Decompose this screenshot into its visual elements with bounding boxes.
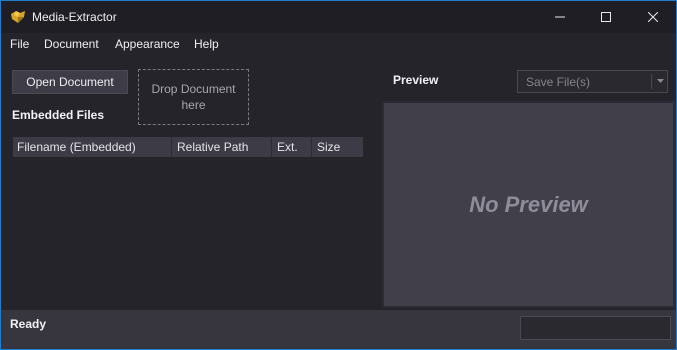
drop-document-zone[interactable]: Drop Document here	[138, 69, 249, 125]
maximize-button[interactable]	[583, 1, 629, 33]
save-files-dropdown[interactable]: Save File(s)	[517, 70, 668, 93]
column-divider[interactable]	[171, 137, 172, 157]
app-window: Media-Extractor File Document Appearance…	[1, 1, 676, 349]
dropdown-divider	[651, 74, 652, 89]
column-header-relative-path[interactable]: Relative Path	[177, 140, 248, 154]
status-bar: Ready	[1, 310, 676, 349]
no-preview-placeholder: No Preview	[469, 191, 588, 217]
column-header-ext[interactable]: Ext.	[277, 140, 298, 154]
column-header-size[interactable]: Size	[317, 140, 340, 154]
menu-appearance[interactable]: Appearance	[115, 37, 180, 51]
preview-label: Preview	[393, 73, 439, 87]
column-divider[interactable]	[271, 137, 272, 157]
chevron-down-icon	[657, 79, 664, 83]
status-text: Ready	[10, 317, 47, 331]
open-document-button[interactable]: Open Document	[12, 70, 128, 94]
embedded-files-table-header: Filename (Embedded) Relative Path Ext. S…	[13, 137, 363, 157]
window-title: Media-Extractor	[32, 10, 117, 24]
embedded-files-label: Embedded Files	[12, 108, 105, 122]
column-header-filename[interactable]: Filename (Embedded)	[17, 140, 136, 154]
title-bar[interactable]: Media-Extractor	[1, 1, 676, 33]
menu-bar: File Document Appearance Help	[1, 33, 676, 57]
media-extractor-app-icon	[11, 11, 25, 23]
minimize-icon	[555, 16, 565, 18]
preview-canvas: No Preview	[384, 103, 673, 306]
menu-help[interactable]: Help	[194, 37, 219, 51]
status-progress-box	[520, 316, 671, 340]
close-button[interactable]	[630, 1, 676, 33]
save-files-selected-value: Save File(s)	[526, 75, 591, 89]
menu-file[interactable]: File	[10, 37, 29, 51]
column-divider[interactable]	[311, 137, 312, 157]
preview-panel: No Preview	[382, 101, 676, 308]
close-icon	[648, 12, 658, 22]
menu-document[interactable]: Document	[44, 37, 99, 51]
minimize-button[interactable]	[537, 1, 583, 33]
maximize-icon	[601, 12, 611, 22]
